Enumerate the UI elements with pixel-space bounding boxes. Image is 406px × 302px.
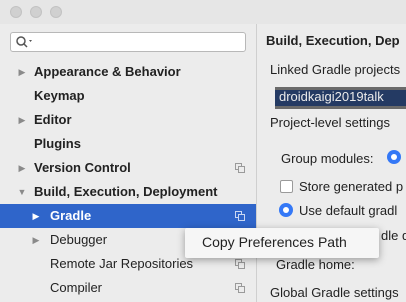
sidebar-item-version-control[interactable]: ▶ Version Control	[0, 156, 256, 180]
expand-arrow-icon[interactable]: ▶	[17, 60, 27, 84]
project-settings-icon	[235, 163, 245, 173]
sidebar-item-label: Build, Execution, Deployment	[34, 184, 218, 199]
use-default-gradle-radio[interactable]	[279, 203, 293, 217]
linked-projects-label: Linked Gradle projects	[270, 62, 401, 77]
sidebar-item-label: Plugins	[34, 136, 81, 151]
group-modules-label: Group modules:	[281, 151, 374, 166]
sidebar-item-label: Keymap	[34, 88, 85, 103]
expand-arrow-icon[interactable]: ▶	[31, 228, 41, 252]
store-generated-checkbox[interactable]	[280, 180, 293, 193]
sidebar-item-label: Editor	[34, 112, 72, 127]
linked-project-name: droidkaigi2019talk	[279, 89, 384, 104]
search-input[interactable]	[39, 33, 243, 53]
sidebar-item-gradle[interactable]: ▶ Gradle	[0, 204, 256, 228]
sidebar-item-label: Version Control	[34, 160, 131, 175]
search-icon[interactable]	[15, 35, 35, 49]
expand-arrow-icon[interactable]: ▶	[31, 204, 41, 228]
expand-arrow-icon[interactable]: ▶	[17, 156, 27, 180]
sidebar-item-editor[interactable]: ▶ Editor	[0, 108, 256, 132]
project-settings-icon	[235, 283, 245, 293]
project-level-settings-label: Project-level settings	[270, 115, 390, 130]
collapse-arrow-icon[interactable]: ▼	[17, 180, 27, 204]
zoom-window-button[interactable]	[50, 6, 62, 18]
close-window-button[interactable]	[10, 6, 22, 18]
copy-preferences-path-menu-item[interactable]: Copy Preferences Path	[202, 234, 347, 250]
sidebar-item-appearance-behavior[interactable]: ▶ Appearance & Behavior	[0, 60, 256, 84]
store-generated-label: Store generated p	[299, 179, 404, 194]
sidebar-item-label: Appearance & Behavior	[34, 64, 181, 79]
sidebar-item-compiler[interactable]: Compiler	[0, 276, 256, 300]
linked-projects-list[interactable]: droidkaigi2019talk	[275, 87, 406, 109]
gradle-option-label: dle d	[381, 228, 406, 243]
context-menu: Copy Preferences Path	[185, 228, 379, 258]
settings-content: Build, Execution, Dep Linked Gradle proj…	[257, 24, 406, 302]
sidebar-item-label: Remote Jar Repositories	[50, 256, 194, 271]
gradle-home-label: Gradle home:	[276, 257, 355, 272]
window-titlebar	[0, 0, 406, 24]
global-gradle-settings-label: Global Gradle settings	[270, 285, 399, 300]
project-settings-icon	[235, 211, 245, 221]
sidebar-item-build-execution-deployment[interactable]: ▼ Build, Execution, Deployment	[0, 180, 256, 204]
use-default-gradle-label: Use default gradl	[299, 203, 398, 218]
page-title: Build, Execution, Dep	[266, 33, 400, 48]
sidebar-item-keymap[interactable]: Keymap	[0, 84, 256, 108]
sidebar-item-label: Debugger	[50, 232, 108, 247]
project-settings-icon	[235, 259, 245, 269]
settings-sidebar: ▶ Appearance & Behavior Keymap ▶ Editor …	[0, 24, 256, 302]
sidebar-item-label: Compiler	[50, 280, 103, 295]
minimize-window-button[interactable]	[30, 6, 42, 18]
sidebar-item-label: Gradle	[50, 208, 92, 223]
group-modules-radio[interactable]	[387, 150, 401, 164]
expand-arrow-icon[interactable]: ▶	[17, 108, 27, 132]
settings-search[interactable]	[10, 32, 246, 53]
sidebar-item-plugins[interactable]: Plugins	[0, 132, 256, 156]
